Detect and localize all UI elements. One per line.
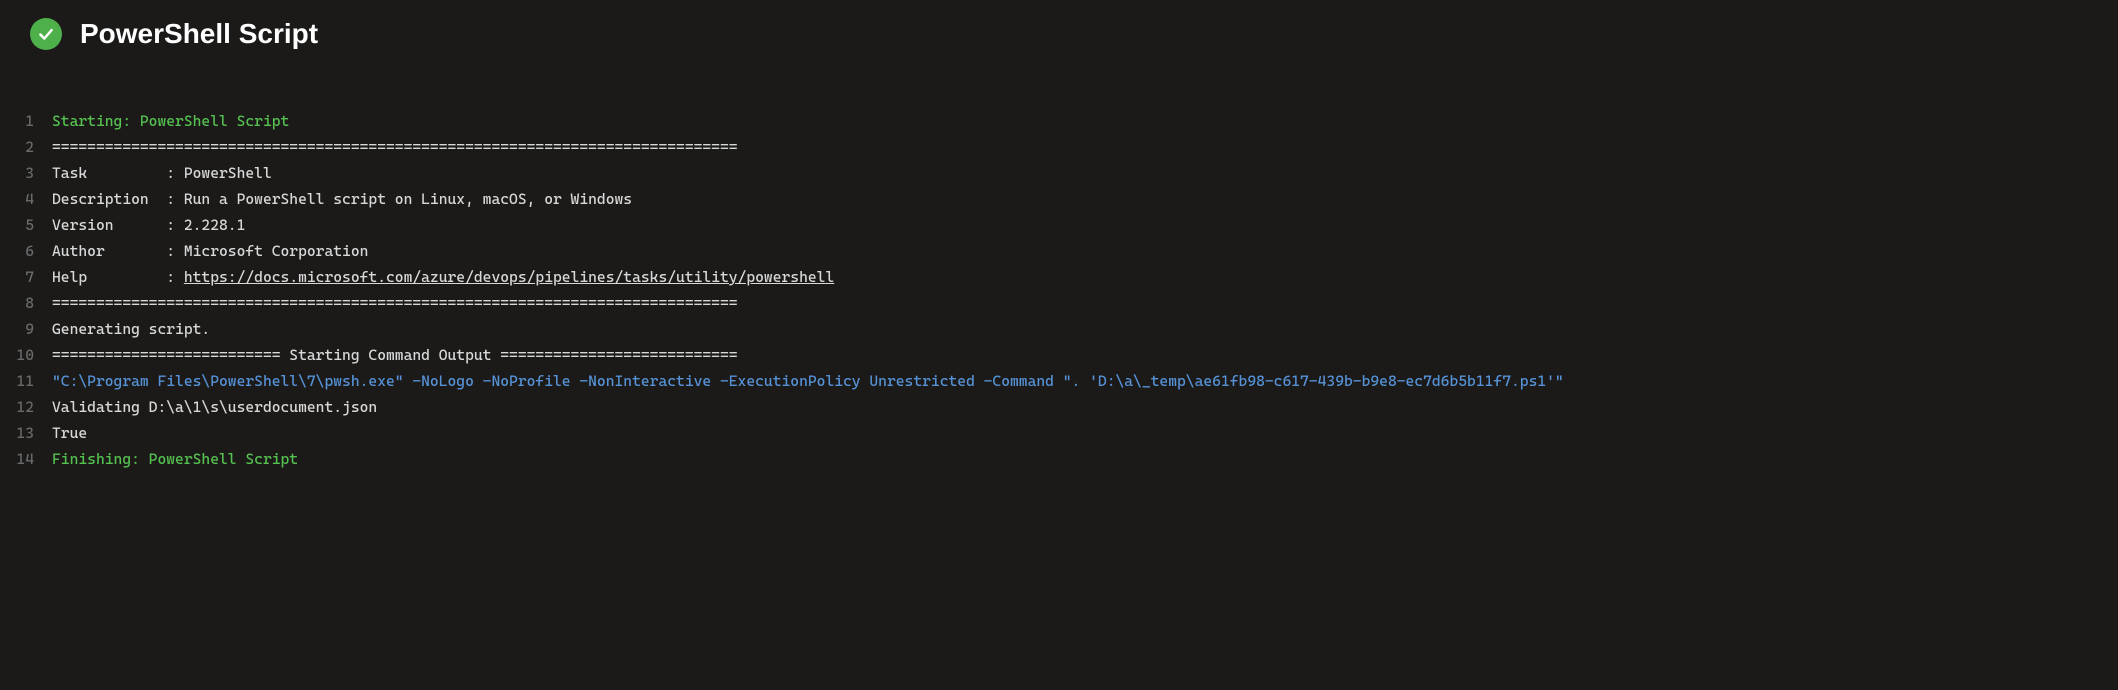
line-number: 3 [0, 160, 52, 186]
log-line: 10========================== Starting Co… [0, 342, 2118, 368]
line-number: 11 [0, 368, 52, 394]
log-line: 14Finishing: PowerShell Script [0, 446, 2118, 472]
line-number: 6 [0, 238, 52, 264]
line-number: 9 [0, 316, 52, 342]
log-line: 12Validating D:\a\1\s\userdocument.json [0, 394, 2118, 420]
line-content: Validating D:\a\1\s\userdocument.json [52, 394, 377, 420]
success-icon [30, 18, 62, 50]
log-line: 5Version : 2.228.1 [0, 212, 2118, 238]
line-content: Finishing: PowerShell Script [52, 446, 298, 472]
line-number: 13 [0, 420, 52, 446]
log-line: 6Author : Microsoft Corporation [0, 238, 2118, 264]
line-content: ========================================… [52, 134, 738, 160]
line-number: 14 [0, 446, 52, 472]
line-content: Generating script. [52, 316, 210, 342]
line-content: Description : Run a PowerShell script on… [52, 186, 632, 212]
line-number: 8 [0, 290, 52, 316]
log-line: 9Generating script. [0, 316, 2118, 342]
line-content: ========================== Starting Comm… [52, 342, 738, 368]
task-title: PowerShell Script [80, 18, 318, 50]
log-line: 8=======================================… [0, 290, 2118, 316]
log-output: 1Starting: PowerShell Script2===========… [0, 68, 2118, 472]
task-header: PowerShell Script [0, 0, 2118, 68]
line-content: Help : https://docs.microsoft.com/azure/… [52, 264, 834, 290]
line-content: "C:\Program Files\PowerShell\7\pwsh.exe"… [52, 368, 1564, 394]
log-line: 2=======================================… [0, 134, 2118, 160]
line-number: 1 [0, 108, 52, 134]
line-number: 10 [0, 342, 52, 368]
log-line: 4Description : Run a PowerShell script o… [0, 186, 2118, 212]
line-number: 12 [0, 394, 52, 420]
line-number: 7 [0, 264, 52, 290]
help-link[interactable]: https://docs.microsoft.com/azure/devops/… [184, 268, 834, 286]
line-content: Starting: PowerShell Script [52, 108, 289, 134]
log-line: 7Help : https://docs.microsoft.com/azure… [0, 264, 2118, 290]
line-number: 5 [0, 212, 52, 238]
line-number: 2 [0, 134, 52, 160]
log-line: 13True [0, 420, 2118, 446]
line-number: 4 [0, 186, 52, 212]
line-content: ========================================… [52, 290, 738, 316]
line-content: Author : Microsoft Corporation [52, 238, 368, 264]
log-line: 1Starting: PowerShell Script [0, 108, 2118, 134]
line-content: True [52, 420, 87, 446]
log-line: 3Task : PowerShell [0, 160, 2118, 186]
line-content: Version : 2.228.1 [52, 212, 245, 238]
log-line: 11"C:\Program Files\PowerShell\7\pwsh.ex… [0, 368, 2118, 394]
line-content: Task : PowerShell [52, 160, 272, 186]
